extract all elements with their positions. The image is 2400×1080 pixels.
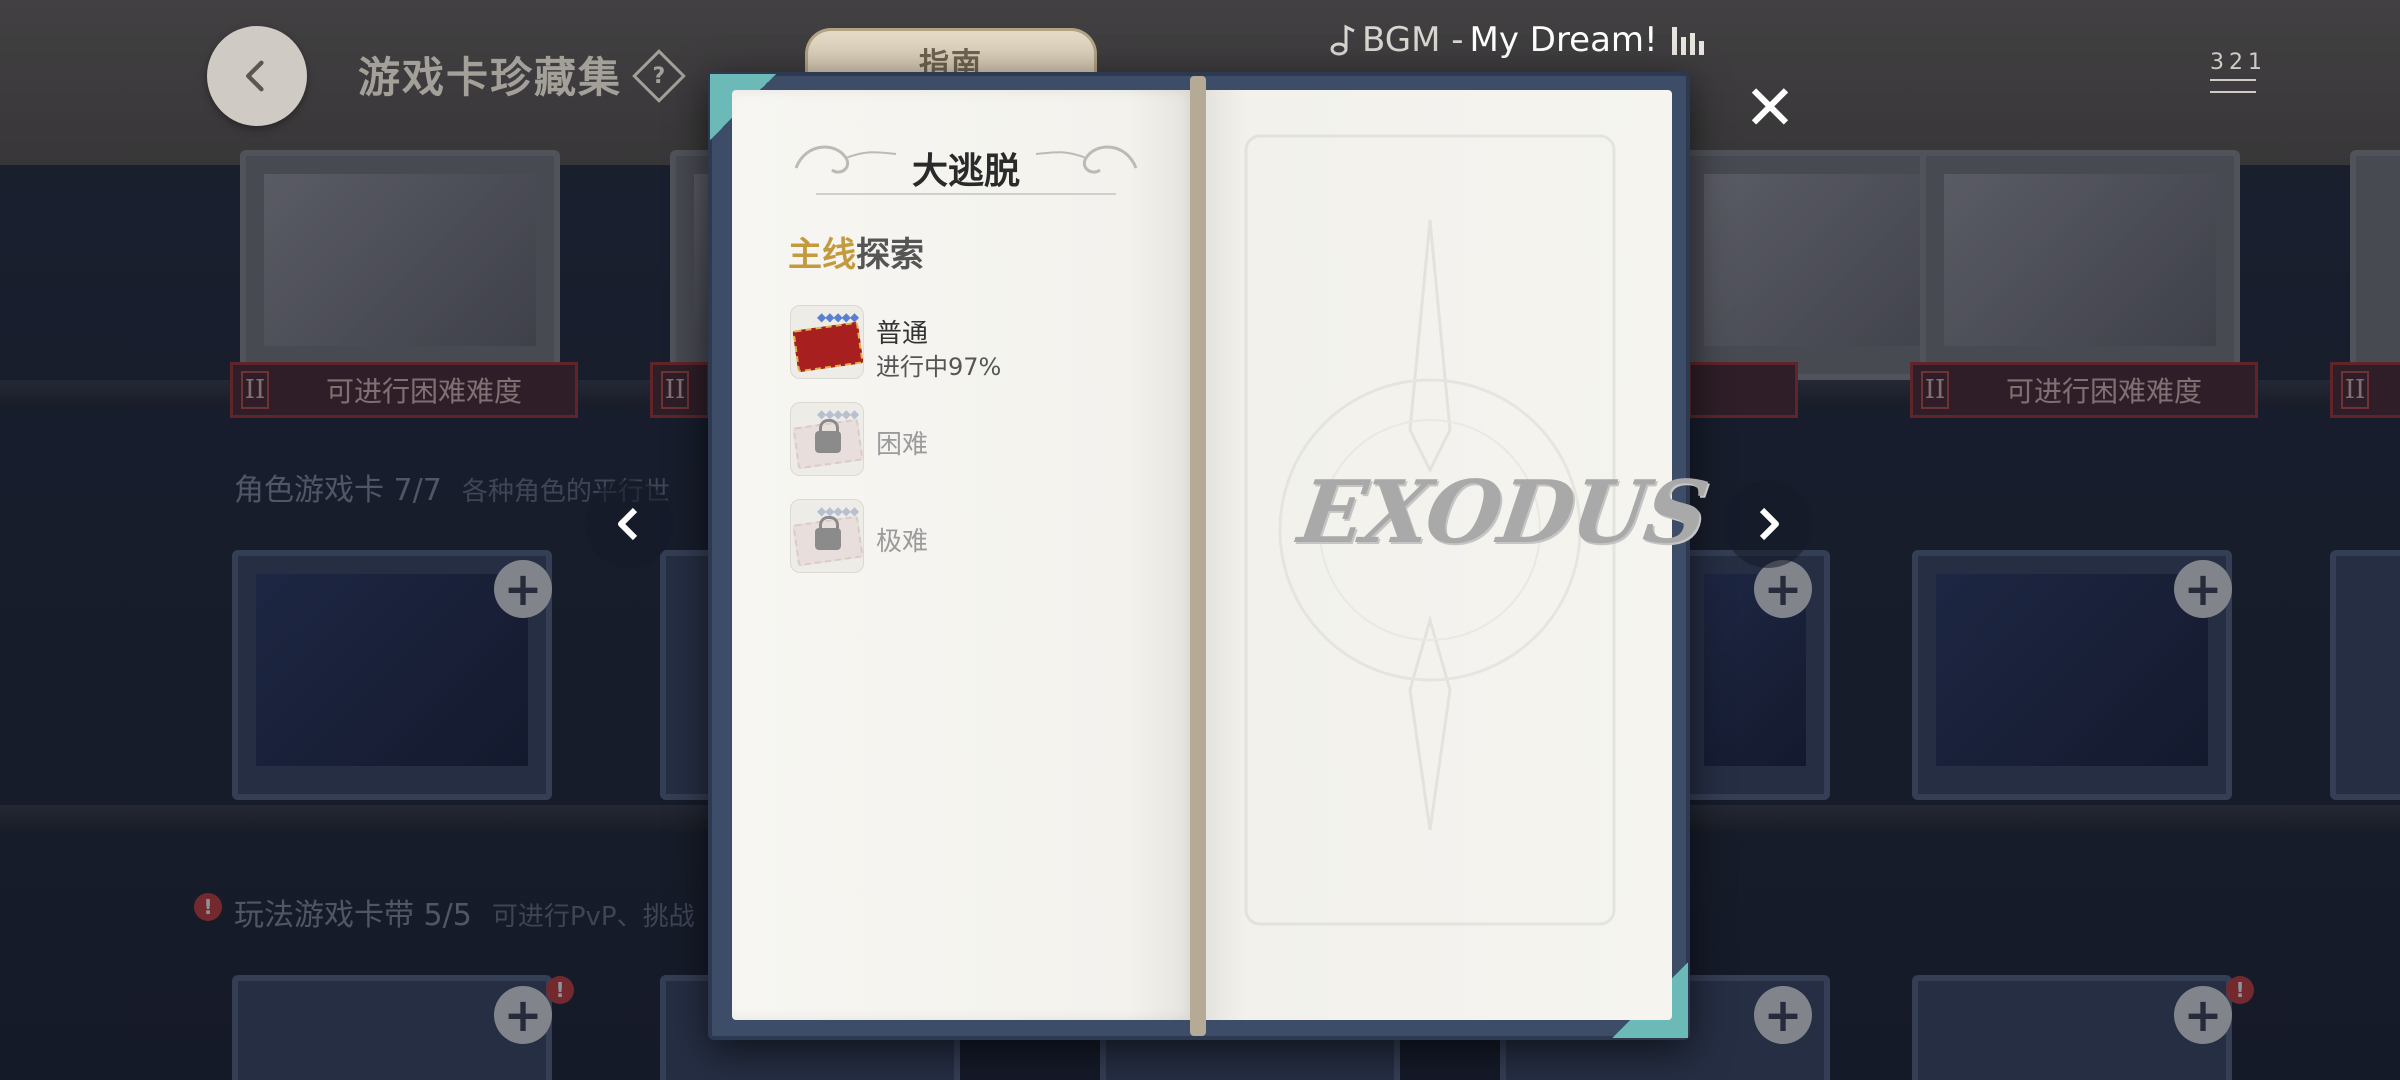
music-note-icon <box>1330 24 1355 56</box>
back-arrow-icon <box>246 60 264 92</box>
section-heading-accent: 主线 <box>788 235 856 275</box>
mode-name: 困难 <box>876 430 929 460</box>
mode-normal[interactable]: ◆◆◆◆◆ 普通 进行中97% <box>790 305 1090 385</box>
chevron-right-icon <box>1759 507 1779 541</box>
counter-value: 321 <box>2210 50 2267 75</box>
mode-progress: 进行中97% <box>876 353 1002 381</box>
locked-ticket-icon: ◆◆◆◆◆ <box>790 499 864 573</box>
chevron-left-icon <box>618 507 638 541</box>
bgm-indicator[interactable]: BGM - My Dream! <box>1330 20 1704 60</box>
mode-name: 极难 <box>876 527 929 557</box>
mode-hard[interactable]: ◆◆◆◆◆ 困难 <box>790 402 1090 482</box>
currency-counter: 321 <box>2210 50 2267 93</box>
mode-name: 普通 <box>876 319 929 349</box>
section-heading-rest: 探索 <box>856 235 924 275</box>
game-logo: EXODUS <box>1292 462 1713 563</box>
volume-bars-icon <box>1671 25 1704 55</box>
bgm-label: BGM - <box>1362 20 1464 60</box>
back-button[interactable] <box>207 26 307 126</box>
counter-underline <box>2210 79 2256 93</box>
lock-icon <box>815 419 841 453</box>
mode-extreme[interactable]: ◆◆◆◆◆ 极难 <box>790 499 1090 579</box>
section-heading: 主线探索 <box>788 227 924 276</box>
prev-page-button[interactable] <box>585 480 673 568</box>
locked-ticket-icon: ◆◆◆◆◆ <box>790 402 864 476</box>
bgm-song: My Dream! <box>1469 20 1658 60</box>
book-spine <box>1190 76 1206 1036</box>
book-title: 大逃脱 <box>911 151 1020 192</box>
next-page-button[interactable] <box>1724 480 1812 568</box>
book-title-frame: 大逃脱 <box>786 128 1146 208</box>
page-title: 游戏卡珍藏集 <box>358 53 623 102</box>
lock-icon <box>815 516 841 550</box>
ticket-icon: ◆◆◆◆◆ <box>790 305 864 379</box>
close-icon[interactable]: ✕ <box>1740 77 1800 139</box>
